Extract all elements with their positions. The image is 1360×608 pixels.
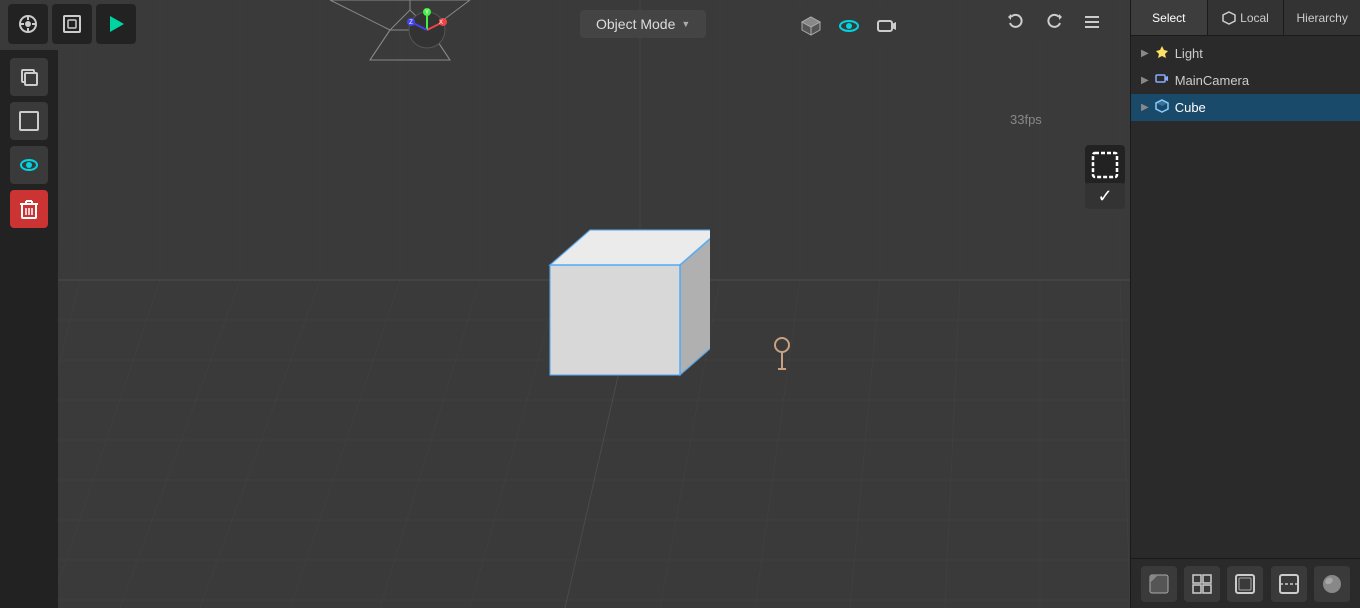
visibility-eye-icon	[18, 154, 40, 176]
checkmark-symbol: ✓	[1097, 186, 1112, 207]
shading-solid-button[interactable]	[1141, 566, 1177, 602]
play-icon	[106, 14, 126, 34]
local-view-icon	[62, 14, 82, 34]
checkmark-overlay[interactable]: ✓	[1085, 183, 1125, 209]
local-tab-icon	[1222, 11, 1236, 25]
single-view-button[interactable]	[10, 102, 48, 140]
cut-icon	[1278, 573, 1300, 595]
scene-item-cube-label: Cube	[1175, 100, 1206, 115]
camera-item-icon	[1155, 72, 1169, 89]
delete-button[interactable]	[10, 190, 48, 228]
right-panel: Select Local Hierarchy ▶ Light ▶	[1130, 0, 1360, 608]
cube-svg	[530, 210, 710, 390]
scene-item-camera-label: MainCamera	[1175, 73, 1249, 88]
left-toolbar	[0, 50, 58, 608]
cube-item-svg	[1155, 99, 1169, 113]
scene-item-arrow-cube: ▶	[1141, 102, 1149, 113]
tab-hierarchy[interactable]: Hierarchy	[1284, 0, 1360, 35]
cube-item-icon	[1155, 99, 1169, 116]
cube-object	[530, 210, 690, 370]
top-toolbar	[0, 0, 1130, 48]
duplicate-icon	[18, 66, 40, 88]
grid-layout-icon	[1191, 573, 1213, 595]
outline-icon	[1234, 573, 1256, 595]
outline-button[interactable]	[1227, 566, 1263, 602]
cut-button[interactable]	[1271, 566, 1307, 602]
fps-counter: 33fps	[1010, 112, 1042, 127]
play-button[interactable]	[96, 4, 136, 44]
blender-logo-icon	[17, 13, 39, 35]
scene-item-arrow-camera: ▶	[1141, 75, 1149, 86]
scene-item-camera[interactable]: ▶ MainCamera	[1131, 67, 1360, 94]
shading-material-button[interactable]	[1314, 566, 1350, 602]
origin-indicator	[770, 335, 794, 377]
local-view-button[interactable]	[52, 4, 92, 44]
viewport-area[interactable]: 33fps	[0, 0, 1130, 608]
panel-bottom-toolbar	[1131, 558, 1360, 608]
visibility-button[interactable]	[10, 146, 48, 184]
scene-list: ▶ Light ▶ MainCamera ▶	[1131, 36, 1360, 125]
shading-material-icon	[1321, 573, 1343, 595]
shading-solid-icon	[1148, 573, 1170, 595]
grid-layout-button[interactable]	[1184, 566, 1220, 602]
selected-overlay-icon[interactable]	[1085, 145, 1125, 185]
camera-item-svg	[1155, 72, 1169, 86]
scene-item-arrow-light: ▶	[1141, 48, 1149, 59]
panel-tabs: Select Local Hierarchy	[1131, 0, 1360, 36]
light-item-icon	[1155, 45, 1169, 62]
single-box-icon	[18, 110, 40, 132]
duplicate-button[interactable]	[10, 58, 48, 96]
light-icon-svg	[1155, 45, 1169, 59]
scene-item-cube[interactable]: ▶ Cube	[1131, 94, 1360, 121]
delete-trash-icon	[18, 198, 40, 220]
selection-box-icon	[1091, 151, 1119, 179]
tab-local[interactable]: Local	[1208, 0, 1285, 35]
engine-logo-button[interactable]	[8, 4, 48, 44]
tab-select[interactable]: Select	[1131, 0, 1208, 35]
scene-item-light[interactable]: ▶ Light	[1131, 40, 1360, 67]
scene-item-light-label: Light	[1175, 46, 1203, 61]
